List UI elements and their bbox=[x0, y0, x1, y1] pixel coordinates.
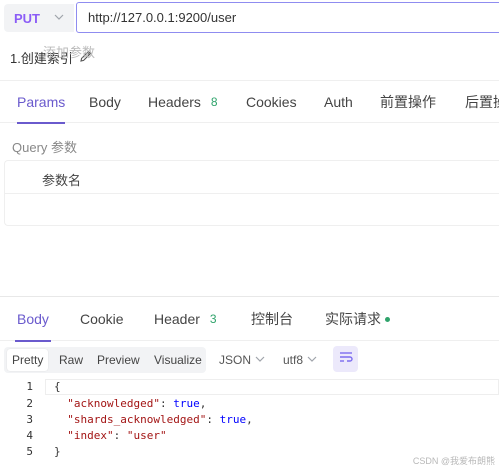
tab-label: Cookies bbox=[246, 94, 297, 110]
response-tab-header[interactable]: Header 3 bbox=[154, 297, 217, 341]
line-number: 5 bbox=[26, 445, 33, 458]
tab-auth[interactable]: Auth bbox=[324, 81, 353, 123]
tab-label: Body bbox=[89, 94, 121, 110]
method-label: PUT bbox=[14, 10, 40, 26]
chevron-down-icon bbox=[54, 10, 64, 27]
status-dot-icon bbox=[385, 316, 390, 322]
active-tab-indicator bbox=[17, 122, 66, 124]
tab-label: 控制台 bbox=[251, 311, 293, 327]
format-code-button[interactable] bbox=[333, 346, 358, 372]
tab-cookies[interactable]: Cookies bbox=[246, 81, 297, 123]
tab-post-request[interactable]: 后置操作 bbox=[465, 81, 499, 123]
watermark: CSDN @我爱布朗熊 bbox=[412, 456, 495, 466]
format-type-value: JSON bbox=[219, 353, 252, 367]
line-number: 4 bbox=[26, 429, 33, 442]
response-tab-console[interactable]: 控制台 bbox=[251, 297, 293, 341]
active-tab-indicator bbox=[15, 340, 51, 342]
tab-label: 实际请求 bbox=[325, 311, 381, 327]
encoding-select[interactable]: utf8 bbox=[283, 350, 317, 370]
tab-label: 后置操作 bbox=[465, 94, 499, 110]
method-select[interactable]: PUT bbox=[4, 4, 74, 32]
code-line: 3 "shards_acknowledged": true, bbox=[0, 412, 499, 428]
pretty-button[interactable]: Pretty bbox=[7, 349, 49, 371]
response-tab-body[interactable]: Body bbox=[15, 297, 51, 342]
format-toolbar: Pretty Raw Preview Visualize JSON utf8 bbox=[0, 346, 499, 374]
code-line: 1 { bbox=[0, 379, 499, 395]
tab-pre-request[interactable]: 前置操作 bbox=[380, 81, 436, 123]
code-text: "shards_acknowledged": true, bbox=[67, 413, 253, 426]
request-tabs: Params Body Headers 8 Cookies Auth 前置操作 … bbox=[0, 81, 499, 124]
response-tab-actual-request[interactable]: 实际请求 bbox=[325, 297, 390, 341]
code-text: } bbox=[54, 445, 61, 458]
chevron-down-icon bbox=[307, 354, 317, 367]
tab-label: Header bbox=[154, 311, 200, 327]
line-number: 2 bbox=[26, 397, 33, 410]
line-number: 1 bbox=[26, 380, 33, 393]
query-params-table: 参数名 bbox=[4, 160, 499, 226]
code-text: "index": "user" bbox=[67, 429, 167, 442]
visualize-button[interactable]: Visualize bbox=[149, 349, 207, 371]
chevron-down-icon bbox=[255, 354, 265, 367]
raw-button[interactable]: Raw bbox=[54, 349, 88, 371]
code-line: 2 "acknowledged": true, bbox=[0, 396, 499, 412]
line-number: 3 bbox=[26, 413, 33, 426]
response-tabs: Body Cookie Header 3 控制台 实际请求 bbox=[0, 297, 499, 342]
code-line: 4 "index": "user" bbox=[0, 428, 499, 444]
tab-label: Body bbox=[17, 311, 49, 327]
preview-button[interactable]: Preview bbox=[92, 349, 145, 371]
param-table-header: 参数名 bbox=[5, 161, 499, 194]
tab-label: 前置操作 bbox=[380, 94, 436, 110]
url-input[interactable]: http://127.0.0.1:9200/user bbox=[76, 2, 499, 33]
tab-body[interactable]: Body bbox=[89, 81, 121, 123]
response-tab-cookie[interactable]: Cookie bbox=[80, 297, 124, 341]
url-bar: PUT http://127.0.0.1:9200/user bbox=[0, 0, 499, 36]
tab-params[interactable]: Params bbox=[17, 81, 66, 124]
tab-label: Cookie bbox=[80, 311, 124, 327]
header-count: 3 bbox=[209, 312, 217, 326]
headers-count: 8 bbox=[210, 95, 218, 109]
code-text: { bbox=[54, 380, 61, 393]
code-text: "acknowledged": true, bbox=[67, 397, 207, 410]
tab-headers[interactable]: Headers 8 bbox=[148, 81, 218, 123]
format-type-select[interactable]: JSON bbox=[219, 350, 265, 370]
wrap-lines-icon bbox=[339, 351, 353, 367]
query-params-label: Query 参数 bbox=[12, 140, 78, 155]
tab-label: Params bbox=[17, 94, 66, 110]
view-mode-switch: Pretty Raw Preview Visualize bbox=[4, 347, 206, 373]
tab-label: Auth bbox=[324, 94, 353, 110]
tab-label: Headers bbox=[148, 94, 201, 110]
add-param-input[interactable]: 添加参数 bbox=[43, 42, 95, 61]
param-name-column: 参数名 bbox=[42, 173, 82, 188]
encoding-value: utf8 bbox=[283, 353, 304, 367]
